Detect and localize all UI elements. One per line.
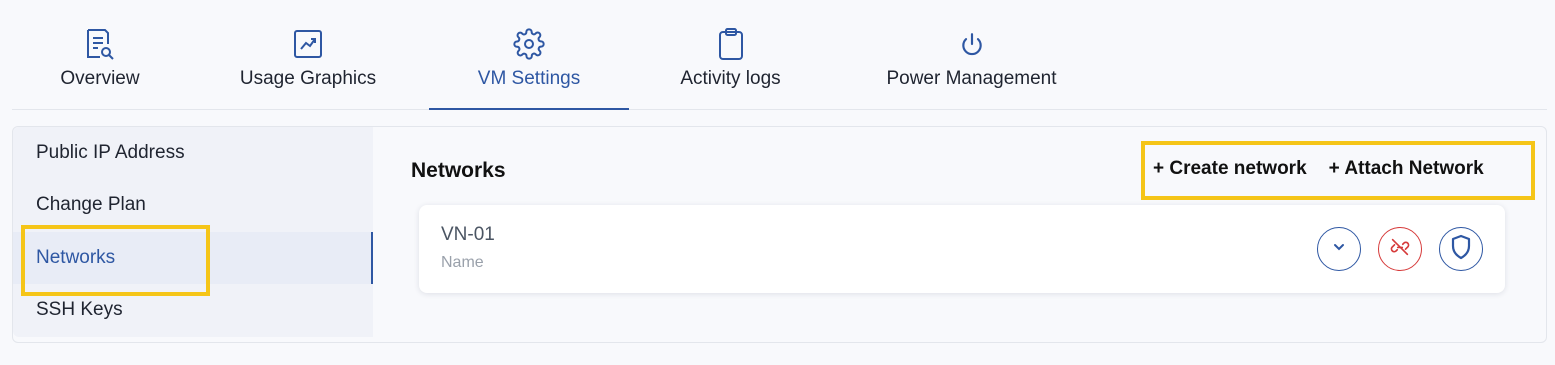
tab-usage-graphics[interactable]: Usage Graphics [228, 0, 388, 109]
sidebar-item-ssh-keys[interactable]: SSH Keys [13, 284, 373, 336]
expand-button[interactable] [1317, 227, 1361, 271]
network-name: VN-01 [441, 224, 495, 245]
tab-power-management[interactable]: Power Management [874, 0, 1069, 109]
gear-icon [511, 26, 547, 62]
chevron-down-icon [1332, 240, 1346, 259]
detach-network-button[interactable] [1378, 227, 1422, 271]
sidebar-item-label: Change Plan [36, 194, 146, 215]
tab-label: Power Management [886, 68, 1057, 89]
create-network-button[interactable]: + Create network [1153, 158, 1307, 180]
clipboard-icon [713, 26, 749, 62]
network-actions: + Create network + Attach Network [1153, 147, 1484, 191]
tab-label: VM Settings [477, 68, 581, 89]
settings-panel: Public IP Address Change Plan Networks S… [12, 126, 1547, 343]
security-button[interactable] [1439, 227, 1483, 271]
power-icon [954, 26, 990, 62]
sidebar-item-public-ip[interactable]: Public IP Address [13, 127, 373, 179]
tab-overview[interactable]: Overview [50, 0, 150, 109]
report-search-icon [82, 26, 118, 62]
sidebar-item-label: SSH Keys [36, 299, 123, 320]
network-name-caption: Name [441, 254, 484, 271]
unlink-icon [1389, 236, 1411, 263]
tab-label: Activity logs [680, 68, 781, 89]
network-card: VN-01 Name [419, 205, 1505, 293]
chart-trend-icon [290, 26, 326, 62]
tab-label: Usage Graphics [239, 68, 377, 89]
attach-network-button[interactable]: + Attach Network [1329, 158, 1484, 180]
settings-sidebar: Public IP Address Change Plan Networks S… [13, 127, 373, 337]
page-title: Networks [411, 159, 506, 182]
shield-icon [1450, 234, 1472, 265]
sidebar-item-label: Public IP Address [36, 142, 185, 163]
top-tab-bar: Overview Usage Graphics VM Settings Acti… [12, 0, 1547, 110]
sidebar-item-label: Networks [36, 247, 116, 268]
tab-label: Overview [60, 68, 140, 89]
sidebar-item-networks[interactable]: Networks [13, 232, 373, 284]
sidebar-item-change-plan[interactable]: Change Plan [13, 179, 373, 231]
tab-activity-logs[interactable]: Activity logs [668, 0, 793, 109]
tab-vm-settings[interactable]: VM Settings [429, 0, 629, 110]
